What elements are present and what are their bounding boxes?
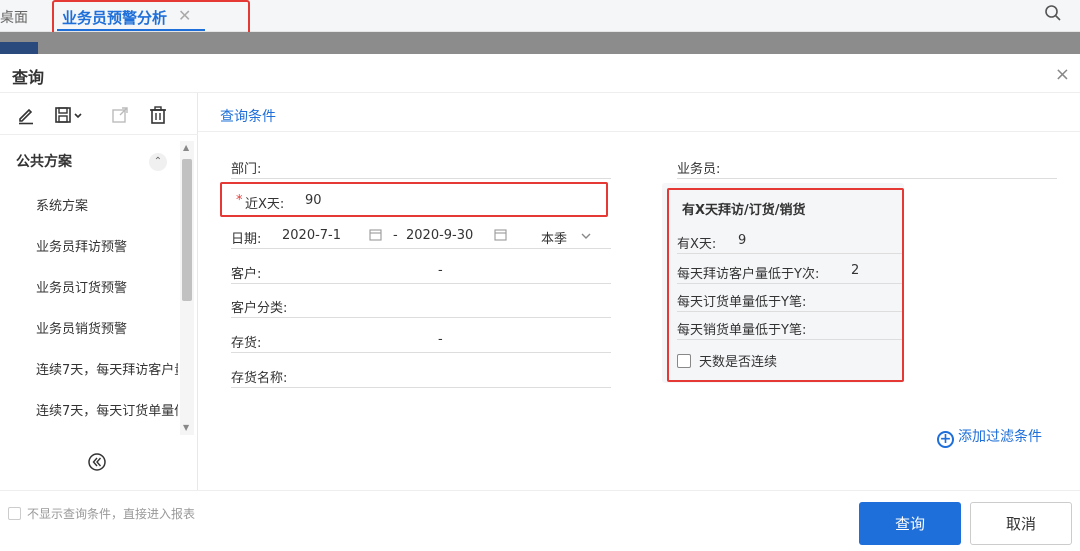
required-marker: * [236,193,243,208]
date-period-select[interactable]: 本季 [541,228,567,247]
search-icon[interactable] [1044,4,1062,22]
scheme-item[interactable]: 业务员拜访预警 [36,236,178,255]
inventory-label: 存货: [231,336,262,351]
tab-close-icon[interactable]: ✕ [178,6,191,25]
calendar-icon[interactable] [494,228,507,241]
inventory-name-label: 存货名称: [231,371,288,386]
close-icon[interactable]: × [1055,64,1070,85]
public-schemes-header: 公共方案 [16,154,72,170]
skip-conditions-checkbox[interactable] [8,507,21,520]
add-filter-button[interactable]: + 添加过滤条件 [937,426,1042,448]
add-circle-icon: + [937,431,954,448]
background-button [0,42,38,54]
background-toolbar [0,32,1080,54]
query-button[interactable]: 查询 [859,502,961,545]
dialog-title: 查询 [12,68,45,87]
scroll-down-icon[interactable]: ▼ [183,423,189,432]
conditions-tab[interactable]: 查询条件 [220,106,276,126]
date-label: 日期: [231,232,262,247]
department-field[interactable] [231,178,611,179]
collapse-chevron-icon[interactable]: ⌃ [149,153,167,171]
collapse-panel-icon[interactable] [87,452,107,472]
customer-label: 客户: [231,267,262,282]
scheme-item[interactable]: 连续7天，每天拜访客户量 [36,359,178,378]
skip-conditions-option[interactable]: 不显示查询条件，直接进入报表 [8,505,195,522]
share-icon[interactable] [110,105,130,125]
rule-box-highlight [667,188,904,382]
salesperson-field[interactable] [677,178,1057,179]
footer-divider [0,490,1080,491]
customer-field[interactable] [231,283,611,284]
department-label: 部门: [231,162,262,177]
scroll-thumb[interactable] [182,159,192,301]
inventory-field[interactable] [231,352,611,353]
chevron-down-icon[interactable] [580,231,592,241]
scheme-item[interactable]: 业务员订货预警 [36,277,178,296]
tab-desktop[interactable]: 桌面 [0,7,28,27]
conditions-divider [198,131,1080,132]
scheme-toolbar [0,93,198,135]
inventory-separator: - [438,332,443,347]
customer-category-label: 客户分类: [231,301,288,316]
date-to-input[interactable]: 2020-9-30 [406,228,473,243]
tab-active-indicator [57,29,205,31]
recent-days-input[interactable]: 90 [305,193,322,208]
date-field-line [231,248,611,249]
tab-bar: 桌面 业务员预警分析 ✕ [0,0,1080,42]
query-dialog: 查询 × 公共方案 ⌃ 系统方案 业务员拜访预警 业务员订货预警 业务员销货预警… [0,54,1080,551]
salesperson-label: 业务员: [677,162,721,177]
calendar-icon[interactable] [369,228,382,241]
scheme-item[interactable]: 业务员销货预警 [36,318,178,337]
date-from-input[interactable]: 2020-7-1 [282,228,341,243]
date-separator: - [393,228,398,243]
scheme-panel: 公共方案 ⌃ 系统方案 业务员拜访预警 业务员订货预警 业务员销货预警 连续7天… [0,93,198,491]
tab-label: 业务员预警分析 [62,9,168,27]
add-filter-label: 添加过滤条件 [958,429,1042,445]
recent-days-label: 近X天: [245,197,285,212]
save-icon[interactable] [54,105,86,125]
customer-separator: - [438,263,443,278]
cancel-button[interactable]: 取消 [970,502,1072,545]
scheme-scrollbar[interactable]: ▲ ▼ [180,141,194,435]
scroll-up-icon[interactable]: ▲ [183,143,189,152]
inventory-name-field[interactable] [231,387,611,388]
scheme-item[interactable]: 连续7天，每天订货单量低 [36,400,178,419]
delete-icon[interactable] [148,105,168,125]
edit-icon[interactable] [16,105,36,125]
customer-category-field[interactable] [231,317,611,318]
scheme-item[interactable]: 系统方案 [36,195,178,214]
skip-conditions-label: 不显示查询条件，直接进入报表 [27,507,196,521]
